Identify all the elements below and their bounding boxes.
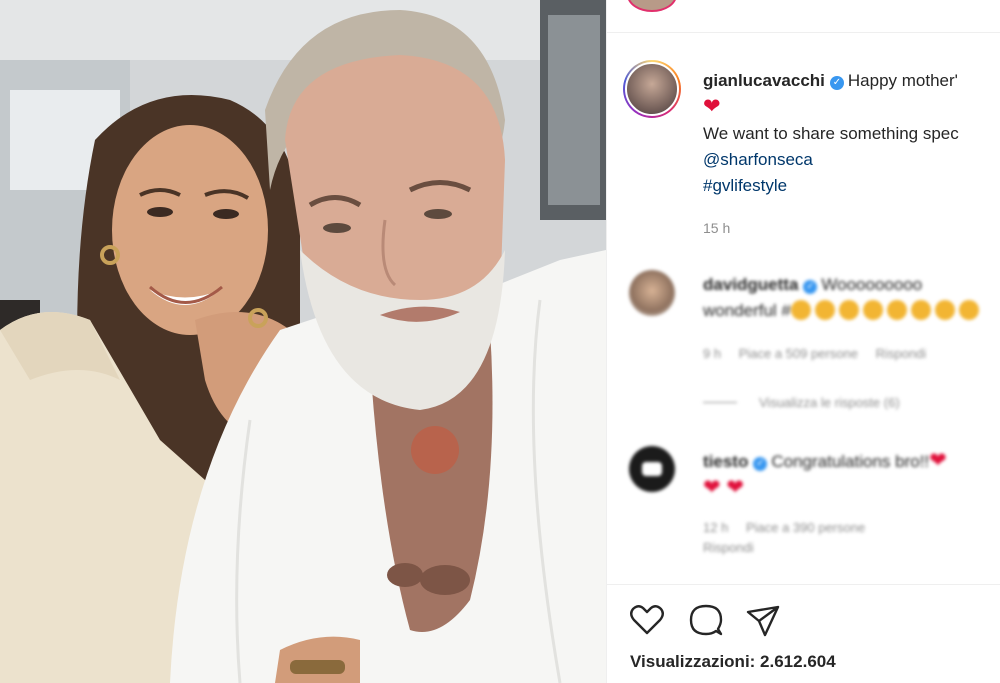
actions-divider [607, 584, 1000, 585]
comment-text: Wooooooooo [821, 275, 923, 294]
comment-likes[interactable]: Piace a 390 persone [746, 520, 865, 535]
comment-avatar[interactable] [629, 446, 675, 492]
comment-username[interactable]: tiesto [703, 452, 748, 471]
header-divider [607, 32, 1000, 33]
verified-badge-icon: ✓ [829, 76, 844, 90]
photo-illustration [0, 0, 606, 683]
mention-link[interactable]: @sharfonseca [703, 150, 813, 169]
clap-emoji-icon [838, 300, 859, 320]
view-replies-button[interactable]: Visualizza le risposte (6) [759, 395, 900, 410]
clap-emoji-icon [814, 300, 835, 320]
comment-likes[interactable]: Piace a 509 persone [739, 346, 858, 361]
caption-text-line2: We want to share something spec [703, 124, 959, 143]
comment-button[interactable] [685, 600, 725, 640]
verified-badge-icon: ✓ [803, 280, 818, 294]
clap-emoji-icon [934, 300, 955, 320]
comment-avatar[interactable] [629, 270, 675, 316]
comment-text: Congratulations bro!! [771, 452, 930, 471]
heart-emoji-icon: ❤ [703, 95, 721, 118]
like-button[interactable] [627, 600, 667, 640]
header-avatar[interactable] [627, 0, 677, 12]
verified-badge-icon: ✓ [753, 457, 768, 471]
comment-username[interactable]: davidguetta [703, 275, 798, 294]
share-button[interactable] [743, 600, 783, 640]
post-side-panel: gianlucavacchi ✓ Happy mother' ❤ We want t… [607, 0, 1000, 683]
comment-timestamp[interactable]: 9 h [703, 346, 721, 361]
post-photo[interactable] [0, 0, 606, 683]
views-count: Visualizzazioni: 2.612.604 [630, 652, 836, 671]
clap-emoji-icon [886, 300, 907, 320]
paper-plane-icon [746, 605, 780, 637]
reply-button[interactable]: Rispondi [703, 540, 754, 555]
clap-emoji-icon [958, 300, 979, 320]
caption: gianlucavacchi ✓ Happy mother' ❤ We want t… [703, 68, 1000, 241]
hashtag-link[interactable]: #gvlifestyle [703, 176, 787, 195]
post-timestamp[interactable]: 15 h [703, 220, 730, 236]
author-avatar[interactable] [623, 60, 681, 118]
caption-text-line1: Happy mother' [847, 71, 958, 90]
heart-outline-icon [630, 605, 664, 635]
comment-timestamp[interactable]: 12 h [703, 520, 728, 535]
reply-button[interactable]: Rispondi [876, 346, 927, 361]
replies-line [703, 402, 737, 403]
comment-bubble-icon [689, 604, 723, 636]
clap-emoji-icon [790, 300, 811, 320]
author-username[interactable]: gianlucavacchi [703, 71, 825, 90]
clap-emoji-icon [910, 300, 931, 320]
comment-text-line2: wonderful # [703, 301, 791, 320]
hearts-emoji-icon: ❤ ❤ [703, 476, 745, 499]
heart-emoji-icon: ❤ [929, 449, 947, 472]
clap-emoji-icon [862, 300, 883, 320]
